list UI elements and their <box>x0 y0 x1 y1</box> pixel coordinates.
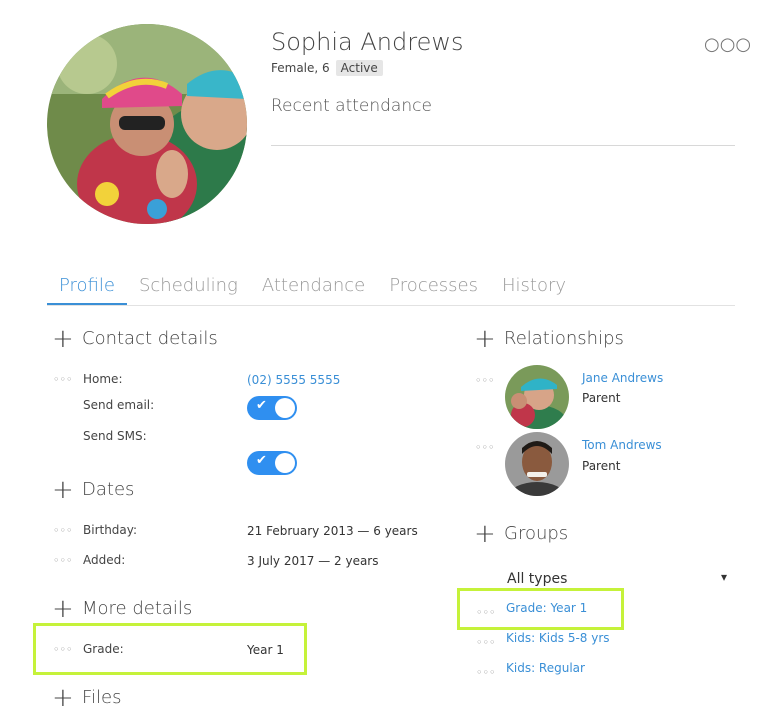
contact-details-title: Contact details <box>82 328 218 349</box>
tab-scheduling[interactable]: Scheduling <box>127 274 250 305</box>
toggle-knob <box>275 398 295 418</box>
dates-header[interactable]: + Dates <box>52 474 135 505</box>
check-icon: ✔ <box>256 398 267 413</box>
birthday-options-icon[interactable]: ◦◦◦ <box>53 524 72 537</box>
send-email-label: Send email: <box>83 398 155 412</box>
avatar[interactable] <box>505 365 569 429</box>
home-options-icon[interactable]: ◦◦◦ <box>53 373 72 386</box>
group-type-select[interactable]: All types ▾ <box>507 570 727 587</box>
birthday-value: 21 February 2013 — 6 years <box>247 524 418 538</box>
status-badge: Active <box>335 60 383 76</box>
group-type-value: All types <box>507 571 568 587</box>
divider <box>271 145 735 146</box>
more-options-icon[interactable]: ○○○ <box>704 34 751 55</box>
send-sms-label: Send SMS: <box>83 429 147 443</box>
added-label: Added: <box>83 553 126 567</box>
tab-processes[interactable]: Processes <box>377 274 490 305</box>
group-options-icon[interactable]: ◦◦◦ <box>476 636 495 649</box>
home-label: Home: <box>83 372 123 386</box>
relationship-options-icon[interactable]: ◦◦◦ <box>475 441 494 454</box>
more-details-title: More details <box>82 598 193 619</box>
dates-title: Dates <box>82 479 135 500</box>
birthday-label: Birthday: <box>83 523 138 537</box>
tab-bar: Profile Scheduling Attendance Processes … <box>47 274 735 306</box>
plus-icon: + <box>52 323 74 354</box>
relationships-header[interactable]: + Relationships <box>474 323 624 354</box>
profile-photo <box>47 24 247 224</box>
check-icon: ✔ <box>256 453 267 468</box>
groups-title: Groups <box>504 523 569 544</box>
added-value: 3 July 2017 — 2 years <box>247 554 379 568</box>
grade-options-icon[interactable]: ◦◦◦ <box>53 643 72 656</box>
files-header[interactable]: + Files <box>52 682 122 706</box>
person-meta: Female, 6 Active <box>271 60 383 76</box>
plus-icon: + <box>52 682 74 706</box>
send-email-toggle[interactable]: ✔ <box>247 396 297 420</box>
added-options-icon[interactable]: ◦◦◦ <box>53 554 72 567</box>
plus-icon: + <box>474 518 496 549</box>
plus-icon: + <box>52 474 74 505</box>
relationship-name-link[interactable]: Jane Andrews <box>582 371 663 385</box>
contact-details-header[interactable]: + Contact details <box>52 323 218 354</box>
tab-history[interactable]: History <box>490 274 578 305</box>
plus-icon: + <box>474 323 496 354</box>
tab-attendance[interactable]: Attendance <box>250 274 377 305</box>
plus-icon: + <box>52 593 74 624</box>
more-details-header[interactable]: + More details <box>52 593 193 624</box>
avatar[interactable] <box>505 432 569 496</box>
relationship-name-link[interactable]: Tom Andrews <box>582 438 662 452</box>
group-options-icon[interactable]: ◦◦◦ <box>476 666 495 679</box>
relationship-options-icon[interactable]: ◦◦◦ <box>475 374 494 387</box>
chevron-down-icon: ▾ <box>720 570 727 584</box>
relationship-role: Parent <box>582 391 621 405</box>
grade-value: Year 1 <box>247 643 284 657</box>
group-link[interactable]: Kids: Regular <box>506 661 585 675</box>
group-options-icon[interactable]: ◦◦◦ <box>476 606 495 619</box>
toggle-knob <box>275 453 295 473</box>
groups-header[interactable]: + Groups <box>474 518 569 549</box>
relationship-role: Parent <box>582 459 621 473</box>
person-name: Sophia Andrews <box>271 28 464 56</box>
group-link[interactable]: Grade: Year 1 <box>506 601 587 615</box>
relationships-title: Relationships <box>504 328 624 349</box>
tab-profile[interactable]: Profile <box>47 274 127 305</box>
recent-attendance-label: Recent attendance <box>271 96 432 116</box>
home-phone-link[interactable]: (02) 5555 5555 <box>247 373 340 387</box>
send-sms-toggle[interactable]: ✔ <box>247 451 297 475</box>
grade-label: Grade: <box>83 642 124 656</box>
group-link[interactable]: Kids: Kids 5-8 yrs <box>506 631 610 645</box>
files-title: Files <box>82 687 122 706</box>
gender-age: Female, 6 <box>271 61 330 75</box>
